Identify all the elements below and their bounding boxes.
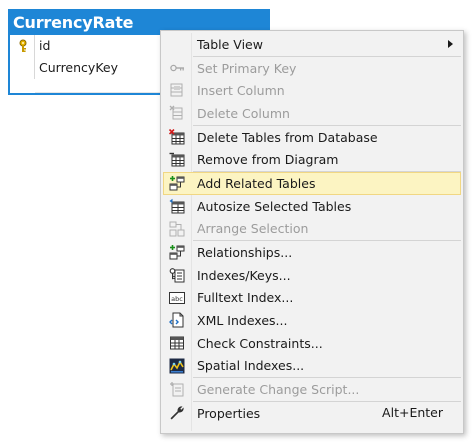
- context-menu: Table View Set Primary Key Insert Column: [160, 30, 464, 434]
- xml-icon: [169, 312, 184, 328]
- arrange-icon: [169, 221, 185, 236]
- fulltext-icon-text: abc: [171, 294, 183, 302]
- script-icon: [170, 382, 184, 397]
- menu-item-indexes-keys[interactable]: Indexes/Keys...: [161, 264, 463, 287]
- menu-item-insert-column[interactable]: Insert Column: [161, 79, 463, 102]
- menu-item-label: Remove from Diagram: [197, 152, 339, 168]
- submenu-arrow-icon: [448, 40, 453, 48]
- column-name: CurrencyKey: [39, 60, 118, 75]
- menu-item-set-primary-key[interactable]: Set Primary Key: [161, 57, 463, 80]
- delete-column-icon: [169, 105, 183, 120]
- menu-item-properties[interactable]: Properties Alt+Enter: [161, 402, 463, 425]
- indexes-icon: [169, 268, 185, 283]
- autosize-icon: [169, 198, 185, 214]
- menu-item-label: Generate Change Script...: [197, 382, 360, 398]
- row-selector[interactable]: [10, 35, 35, 57]
- relationships-icon: [169, 245, 185, 260]
- menu-item-delete-column[interactable]: Delete Column: [161, 102, 463, 125]
- primary-key-icon: [19, 39, 27, 52]
- fulltext-icon: abc: [169, 291, 185, 304]
- menu-item-relationships[interactable]: Relationships...: [161, 241, 463, 264]
- menu-item-label: Table View: [197, 36, 263, 52]
- menu-item-label: Autosize Selected Tables: [197, 198, 352, 214]
- related-tables-icon: [169, 176, 185, 191]
- menu-item-remove-from-diagram[interactable]: Remove from Diagram: [161, 148, 463, 171]
- menu-item-fulltext-index[interactable]: abc Fulltext Index...: [161, 287, 463, 310]
- row-selector[interactable]: [10, 57, 35, 79]
- spatial-icon: [169, 358, 185, 374]
- menu-item-label: Check Constraints...: [197, 335, 323, 351]
- menu-item-table-view[interactable]: Table View: [161, 33, 463, 56]
- insert-column-icon: [170, 83, 183, 97]
- menu-item-autosize-selected-tables[interactable]: Autosize Selected Tables: [161, 195, 463, 218]
- menu-item-generate-change-script[interactable]: Generate Change Script...: [161, 378, 463, 401]
- menu-item-check-constraints[interactable]: Check Constraints...: [161, 332, 463, 355]
- menu-item-label: Delete Tables from Database: [197, 129, 378, 145]
- menu-item-shortcut: Alt+Enter: [382, 405, 443, 420]
- remove-diagram-icon: [169, 153, 185, 167]
- menu-item-xml-indexes[interactable]: XML Indexes...: [161, 309, 463, 332]
- column-name: id: [39, 38, 51, 53]
- key-icon: [170, 64, 184, 71]
- check-constraints-icon: [170, 336, 184, 350]
- menu-item-add-related-tables[interactable]: Add Related Tables: [163, 172, 461, 195]
- wrench-icon: [170, 406, 184, 420]
- menu-item-spatial-indexes[interactable]: Spatial Indexes...: [161, 355, 463, 378]
- menu-item-arrange-selection[interactable]: Arrange Selection: [161, 218, 463, 241]
- menu-item-label: Add Related Tables: [197, 175, 316, 191]
- menu-item-delete-tables[interactable]: Delete Tables from Database: [161, 126, 463, 149]
- delete-table-icon: [169, 128, 185, 145]
